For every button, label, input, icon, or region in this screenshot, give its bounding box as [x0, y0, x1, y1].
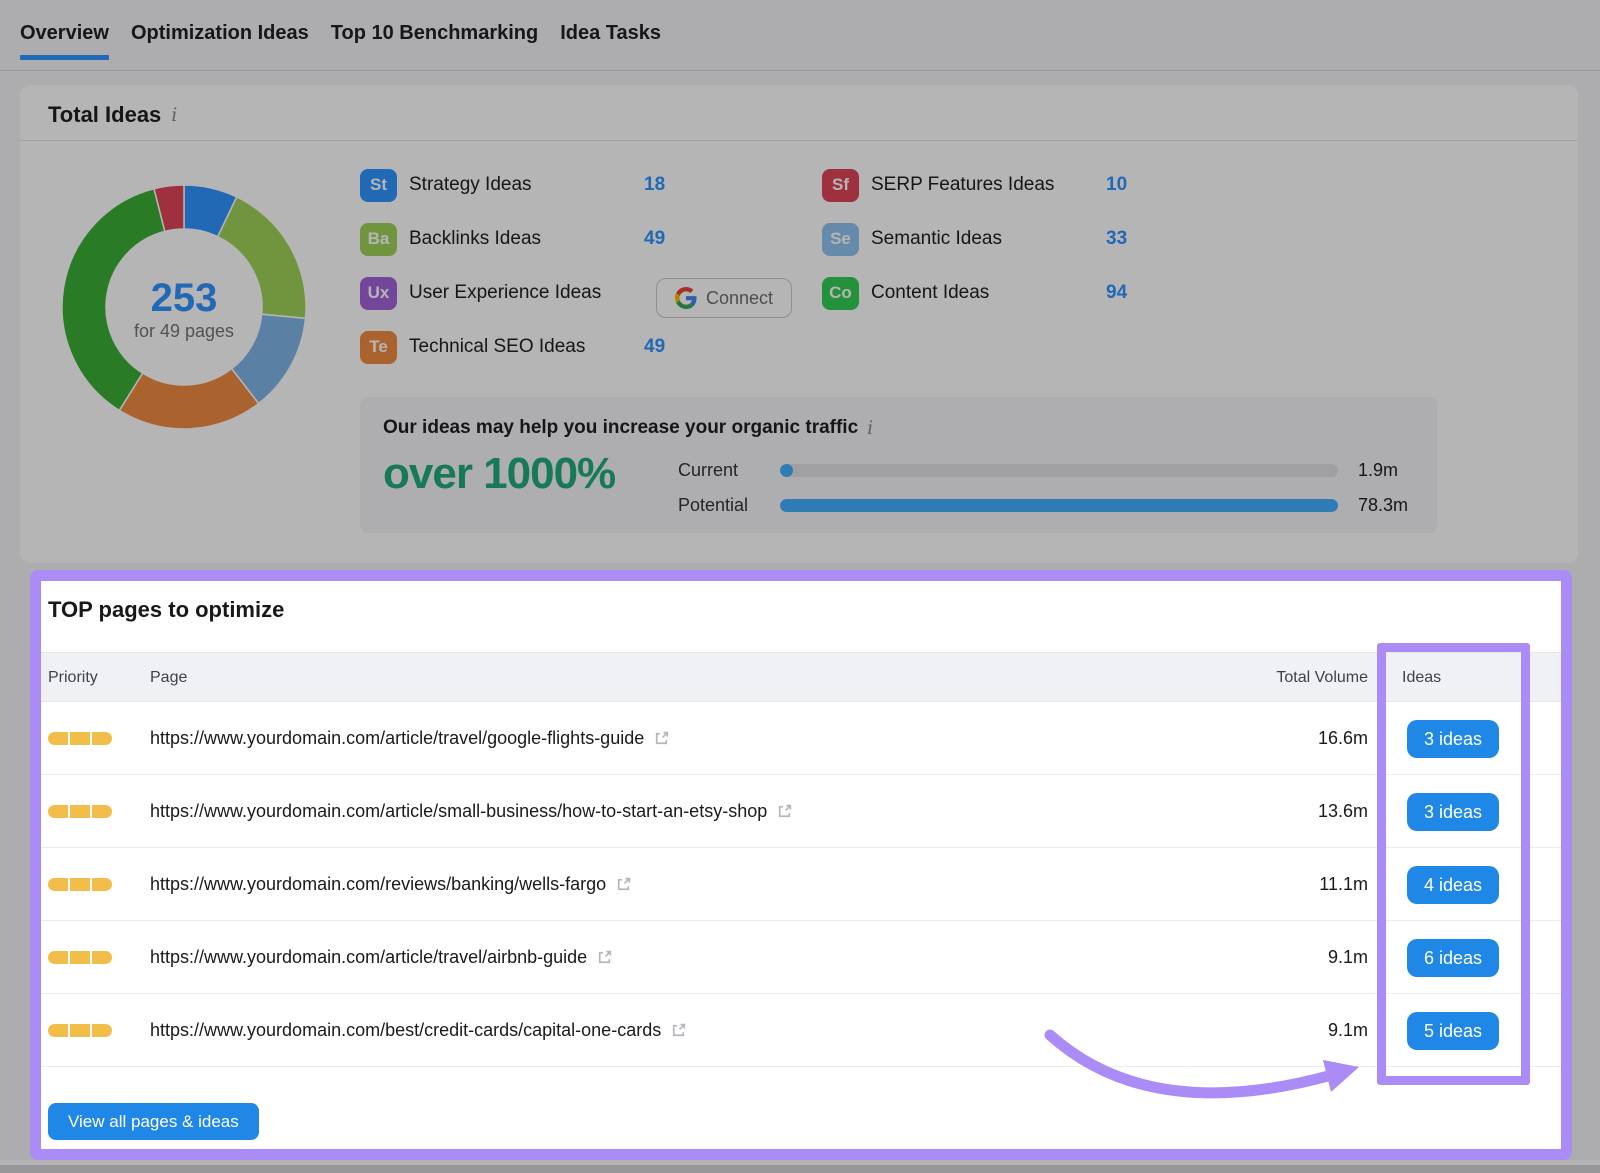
total-volume-value: 16.6m — [1318, 702, 1368, 775]
page-url: https://www.yourdomain.com/article/small… — [150, 801, 767, 822]
page-url: https://www.yourdomain.com/best/credit-c… — [150, 1020, 661, 1041]
legend-label: Backlinks Ideas — [409, 228, 541, 250]
legend-item-content: Co Content Ideas 94 — [822, 276, 1132, 310]
total-volume-value: 11.1m — [1319, 848, 1368, 921]
strategy-badge-icon: St — [360, 169, 397, 202]
connect-button-label: Connect — [706, 288, 773, 309]
tab-overview[interactable]: Overview — [20, 22, 109, 57]
external-link-icon[interactable] — [653, 730, 670, 747]
legend-label: User Experience Ideas — [409, 282, 601, 304]
current-label: Current — [678, 460, 738, 481]
potential-value: 78.3m — [1358, 495, 1408, 516]
priority-bars — [48, 732, 112, 745]
serp-features-badge-icon: Sf — [822, 169, 859, 202]
legend-item-serp-features: Sf SERP Features Ideas 10 — [822, 168, 1132, 202]
tab-top-10-benchmarking[interactable]: Top 10 Benchmarking — [331, 22, 538, 57]
serp-features-ideas-count[interactable]: 10 — [1106, 174, 1127, 196]
semantic-ideas-count[interactable]: 33 — [1106, 228, 1127, 250]
legend-item-user-experience: Ux User Experience Ideas — [360, 276, 670, 310]
total-volume-value: 9.1m — [1328, 994, 1368, 1067]
legend-item-backlinks: Ba Backlinks Ideas 49 — [360, 222, 670, 256]
table-row: https://www.yourdomain.com/reviews/banki… — [41, 848, 1561, 921]
organic-traffic-panel: Our ideas may help you increase your org… — [360, 397, 1437, 533]
legend-label: Technical SEO Ideas — [409, 336, 585, 358]
donut-center-label: 253 for 49 pages — [106, 269, 262, 349]
google-connect-button[interactable]: Connect — [656, 278, 792, 318]
priority-bars — [48, 805, 112, 818]
column-header-priority: Priority — [48, 653, 98, 703]
total-volume-value: 13.6m — [1318, 775, 1368, 848]
backlinks-ideas-count[interactable]: 49 — [644, 228, 665, 250]
legend-item-strategy: St Strategy Ideas 18 — [360, 168, 670, 202]
legend-label: Strategy Ideas — [409, 174, 532, 196]
technical-seo-badge-icon: Te — [360, 331, 397, 364]
priority-bars — [48, 878, 112, 891]
external-link-icon[interactable] — [670, 1022, 687, 1039]
donut-subtitle: for 49 pages — [134, 321, 234, 342]
page: { "tabs": { "items": [ {"label": "Overvi… — [0, 0, 1600, 1173]
potential-progress-bar — [780, 499, 1338, 512]
semantic-badge-icon: Se — [822, 223, 859, 256]
priority-bars — [48, 1024, 112, 1037]
content-ideas-count[interactable]: 94 — [1106, 282, 1127, 304]
current-value: 1.9m — [1358, 460, 1398, 481]
priority-bars — [48, 951, 112, 964]
table-header-row: Priority Page Total Volume Ideas — [41, 652, 1561, 702]
backlinks-badge-icon: Ba — [360, 223, 397, 256]
external-link-icon[interactable] — [596, 949, 613, 966]
legend-label: SERP Features Ideas — [871, 174, 1054, 196]
donut-total-value: 253 — [151, 277, 218, 319]
total-ideas-card: Total Ideas i 253 for 49 pages St Strate… — [20, 85, 1578, 563]
view-all-pages-button[interactable]: View all pages & ideas — [48, 1103, 259, 1140]
ideas-button[interactable]: 5 ideas — [1407, 1012, 1499, 1050]
strategy-ideas-count[interactable]: 18 — [644, 174, 665, 196]
card-divider — [20, 140, 1578, 141]
tab-idea-tasks[interactable]: Idea Tasks — [560, 22, 661, 57]
external-link-icon[interactable] — [615, 876, 632, 893]
tab-bar-divider — [0, 70, 1600, 71]
page-url: https://www.yourdomain.com/article/trave… — [150, 947, 587, 968]
total-volume-value: 9.1m — [1328, 921, 1368, 994]
ideas-button[interactable]: 3 ideas — [1407, 793, 1499, 831]
content-badge-icon: Co — [822, 277, 859, 310]
column-header-ideas: Ideas — [1402, 653, 1441, 703]
table-row: https://www.yourdomain.com/best/credit-c… — [41, 994, 1561, 1067]
table-row: https://www.yourdomain.com/article/small… — [41, 775, 1561, 848]
column-header-page: Page — [150, 653, 187, 703]
legend-label: Content Ideas — [871, 282, 989, 304]
legend-item-semantic: Se Semantic Ideas 33 — [822, 222, 1132, 256]
current-progress-bar — [780, 464, 1338, 477]
ideas-button[interactable]: 6 ideas — [1407, 939, 1499, 977]
total-ideas-title: Total Ideas — [48, 102, 161, 128]
potential-label: Potential — [678, 495, 748, 516]
top-pages-title: TOP pages to optimize — [48, 597, 284, 623]
top-pages-highlight-section: TOP pages to optimize Priority Page Tota… — [30, 570, 1572, 1160]
tab-optimization-ideas[interactable]: Optimization Ideas — [131, 22, 309, 57]
column-header-total-volume: Total Volume — [1276, 653, 1368, 703]
ideas-button[interactable]: 4 ideas — [1407, 866, 1499, 904]
dimmed-bottom-strip — [0, 1160, 1600, 1173]
page-url: https://www.yourdomain.com/article/trave… — [150, 728, 644, 749]
external-link-icon[interactable] — [776, 803, 793, 820]
traffic-panel-title: Our ideas may help you increase your org… — [383, 417, 858, 439]
technical-seo-ideas-count[interactable]: 49 — [644, 336, 665, 358]
legend-item-technical-seo: Te Technical SEO Ideas 49 — [360, 330, 670, 364]
traffic-row-potential: Potential 78.3m — [360, 495, 1437, 515]
page-url: https://www.yourdomain.com/reviews/banki… — [150, 874, 606, 895]
legend-label: Semantic Ideas — [871, 228, 1002, 250]
table-row: https://www.yourdomain.com/article/trave… — [41, 702, 1561, 775]
dimmed-background-area: Overview Optimization Ideas Top 10 Bench… — [0, 0, 1600, 570]
google-logo-icon — [675, 287, 697, 309]
info-icon[interactable]: i — [867, 419, 873, 438]
table-row: https://www.yourdomain.com/article/trave… — [41, 921, 1561, 994]
total-ideas-donut-chart: 253 for 49 pages — [58, 181, 310, 433]
ux-badge-icon: Ux — [360, 277, 397, 310]
ideas-button[interactable]: 3 ideas — [1407, 720, 1499, 758]
traffic-row-current: Current 1.9m — [360, 460, 1437, 480]
info-icon[interactable]: i — [171, 106, 177, 125]
tab-bar: Overview Optimization Ideas Top 10 Bench… — [20, 22, 661, 57]
